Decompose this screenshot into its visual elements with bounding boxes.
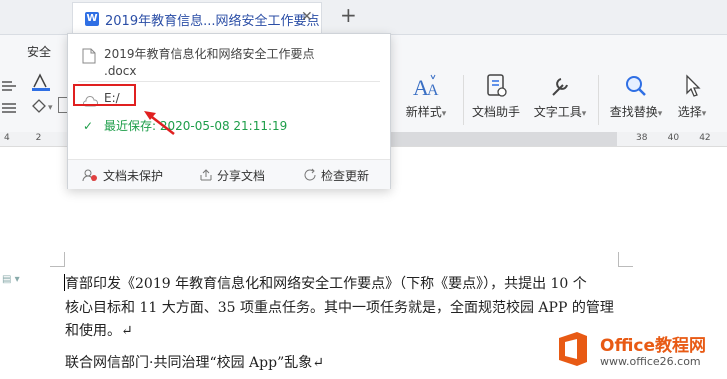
select-button[interactable]: 选择▾ [672, 73, 712, 120]
svg-text:A: A [427, 82, 439, 99]
watermark-url: www.office26.com [600, 355, 701, 368]
crop-mark [50, 252, 65, 267]
find-replace-button[interactable]: 查找替换▾ [606, 73, 666, 120]
share-icon [199, 167, 213, 186]
wrench-icon [552, 78, 568, 96]
select-label: 选择 [677, 105, 702, 119]
align-icon[interactable] [2, 77, 18, 91]
document-tab[interactable]: W 2019年教育信息...网络安全工作要点 ✕ [72, 2, 322, 34]
share-document-button[interactable]: 分享文档 [217, 167, 265, 184]
paragraph-handle-icon[interactable]: ▤ ▾ [2, 274, 20, 285]
tab-bar: W 2019年教育信息...网络安全工作要点 ✕ + [0, 0, 727, 35]
text-tools-button[interactable]: 文字工具▾ [530, 73, 590, 120]
ruler-tick-label: 4 [4, 133, 10, 143]
popup-footer: 文档未保护 分享文档 检查更新 [68, 159, 390, 189]
crop-mark [618, 252, 633, 267]
search-icon [626, 76, 646, 96]
document-helper-label: 文档助手 [471, 105, 520, 119]
text-cursor [64, 274, 65, 291]
document-helper-icon [487, 74, 507, 97]
document-info-popup: 2019年教育信息化和网络安全工作要点 .docx E:/ ✓ 最近保存: 20… [67, 33, 391, 189]
fill-icon[interactable]: ▾ [30, 97, 60, 115]
popup-filename: 2019年教育信息化和网络安全工作要点 .docx [104, 46, 315, 80]
document-helper-button[interactable]: 文档助手 [470, 73, 522, 120]
red-arrow-icon [144, 111, 175, 135]
new-style-button[interactable]: A A 新样式▾ [400, 73, 452, 120]
new-tab-icon[interactable]: + [340, 3, 357, 27]
doc-paragraph-line[interactable]: 和使用。↵ [65, 320, 133, 340]
ribbon-divider [598, 75, 599, 125]
new-style-icon: A A [413, 74, 439, 99]
divider [78, 81, 380, 82]
watermark-title: Office教程网 [600, 336, 707, 356]
office-logo-icon [559, 332, 587, 366]
svg-text:▾: ▾ [48, 103, 53, 113]
doc-paragraph-line[interactable]: 核心目标和 11 大方面、35 项重点任务。其中一项任务就是，全面规范校园 AP… [65, 297, 614, 317]
doc-heading-line[interactable]: 联合网信部门·共同治理“校园 App”乱象↵ [65, 352, 324, 372]
find-replace-label: 查找替换 [609, 105, 658, 119]
refresh-icon [303, 167, 317, 186]
font-color-icon[interactable] [30, 73, 52, 91]
filename-extension: .docx [104, 64, 137, 78]
ruler-margin-shade [385, 132, 617, 146]
menu-safety[interactable]: 安全 [27, 43, 51, 60]
ruler-tick-label: 2 [35, 133, 42, 143]
document-unprotected-button[interactable]: 文档未保护 [103, 167, 163, 184]
list-icon[interactable] [2, 99, 18, 113]
text-tools-label: 文字工具 [533, 105, 582, 119]
ruler-tick-label: 38 [636, 133, 648, 143]
unprotected-icon [82, 167, 98, 186]
close-tab-icon[interactable]: ✕ [301, 9, 313, 25]
file-icon [82, 48, 96, 68]
filename-line: 2019年教育信息化和网络安全工作要点 [104, 47, 315, 61]
check-icon: ✓ [83, 119, 94, 133]
new-style-label: 新样式 [405, 105, 442, 119]
highlight-box [73, 84, 136, 106]
cursor-arrow-icon [686, 74, 701, 97]
ruler-tick-label: 40 [667, 133, 680, 143]
ribbon-divider [463, 75, 464, 125]
last-saved-time: 最近保存: 2020-05-08 21:11:19 [104, 119, 288, 133]
doc-paragraph-line[interactable]: 育部印发《2019 年教育信息化和网络安全工作要点》（下称《要点》），共提出 1… [65, 273, 587, 293]
wps-writer-icon: W [85, 12, 99, 26]
ruler-tick-label: 42 [699, 133, 711, 143]
check-update-button[interactable]: 检查更新 [321, 167, 369, 184]
tab-title: 2019年教育信息...网络安全工作要点 [105, 14, 320, 29]
